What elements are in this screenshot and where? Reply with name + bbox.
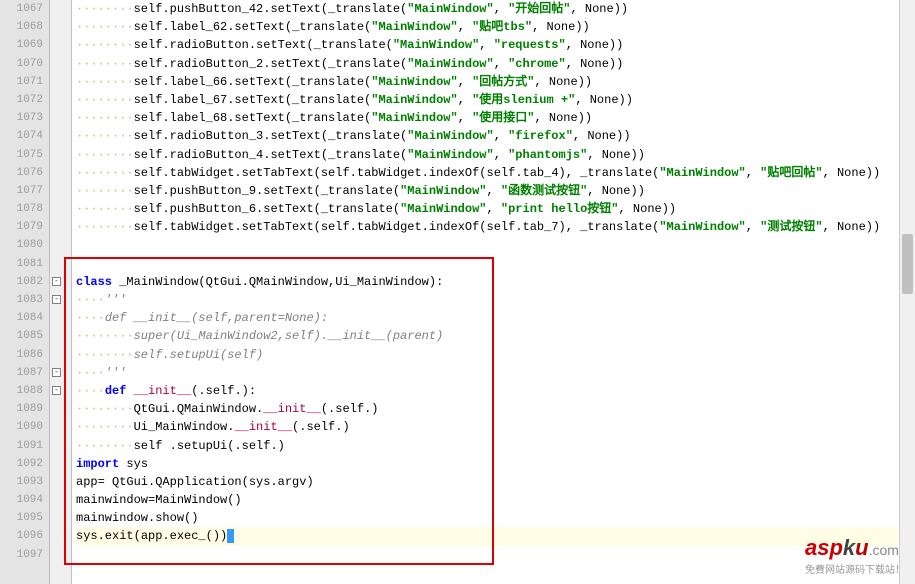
line-number: 1086 xyxy=(0,346,43,364)
line-number: 1094 xyxy=(0,491,43,509)
vertical-scrollbar[interactable] xyxy=(899,0,915,584)
line-number: 1071 xyxy=(0,73,43,91)
line-number: 1070 xyxy=(0,55,43,73)
code-area[interactable]: ········self.pushButton_42.setText(_tran… xyxy=(72,0,915,584)
line-number: 1073 xyxy=(0,109,43,127)
line-number: 1089 xyxy=(0,400,43,418)
fold-toggle-icon[interactable]: - xyxy=(52,368,61,377)
code-line[interactable]: ········self.setupUi(self) xyxy=(76,346,915,364)
line-number: 1087 xyxy=(0,364,43,382)
code-line[interactable]: ····''' xyxy=(76,291,915,309)
line-number: 1091 xyxy=(0,437,43,455)
line-number: 1076 xyxy=(0,164,43,182)
code-line[interactable]: ········self.tabWidget.setTabText(self.t… xyxy=(76,164,915,182)
code-line[interactable]: ········self.radioButton.setText(_transl… xyxy=(76,36,915,54)
fold-toggle-icon[interactable]: - xyxy=(52,295,61,304)
margin-column xyxy=(64,0,72,584)
code-line[interactable]: ········self.pushButton_6.setText(_trans… xyxy=(76,200,915,218)
code-line[interactable]: ········super(Ui_MainWindow2,self).__ini… xyxy=(76,327,915,345)
code-line[interactable]: ········self.pushButton_9.setText(_trans… xyxy=(76,182,915,200)
line-number: 1082 xyxy=(0,273,43,291)
fold-column[interactable]: - - - - xyxy=(50,0,64,584)
line-number: 1097 xyxy=(0,546,43,564)
line-number: 1079 xyxy=(0,218,43,236)
code-editor[interactable]: 1067106810691070107110721073107410751076… xyxy=(0,0,915,584)
line-number: 1081 xyxy=(0,255,43,273)
line-number: 1083 xyxy=(0,291,43,309)
fold-toggle-icon[interactable]: - xyxy=(52,386,61,395)
code-line[interactable]: ········self.label_68.setText(_translate… xyxy=(76,109,915,127)
code-line[interactable]: app= QtGui.QApplication(sys.argv) xyxy=(76,473,915,491)
code-line[interactable]: ········self.pushButton_42.setText(_tran… xyxy=(76,0,915,18)
code-line[interactable]: ········self.radioButton_2.setText(_tran… xyxy=(76,55,915,73)
line-number: 1096 xyxy=(0,527,43,545)
code-line[interactable]: ········self.label_62.setText(_translate… xyxy=(76,18,915,36)
line-number: 1088 xyxy=(0,382,43,400)
code-line[interactable]: mainwindow.show() xyxy=(76,509,915,527)
code-line[interactable]: ········self.radioButton_3.setText(_tran… xyxy=(76,127,915,145)
code-line[interactable]: ········self.label_66.setText(_translate… xyxy=(76,73,915,91)
line-number: 1095 xyxy=(0,509,43,527)
line-number: 1077 xyxy=(0,182,43,200)
line-number: 1080 xyxy=(0,236,43,254)
code-line[interactable] xyxy=(76,546,915,564)
line-number-gutter: 1067106810691070107110721073107410751076… xyxy=(0,0,50,584)
code-line[interactable]: ········self .setupUi(.self.) xyxy=(76,437,915,455)
line-number: 1069 xyxy=(0,36,43,54)
line-number: 1078 xyxy=(0,200,43,218)
code-line[interactable]: sys.exit(app.exec_()) xyxy=(76,527,915,545)
code-line[interactable]: ····def __init__(self,parent=None): xyxy=(76,309,915,327)
code-line[interactable]: ········self.label_67.setText(_translate… xyxy=(76,91,915,109)
code-line[interactable] xyxy=(76,236,915,254)
code-line[interactable]: ········QtGui.QMainWindow.__init__(.self… xyxy=(76,400,915,418)
code-line[interactable] xyxy=(76,255,915,273)
code-line[interactable]: ········self.tabWidget.setTabText(self.t… xyxy=(76,218,915,236)
line-number: 1067 xyxy=(0,0,43,18)
line-number: 1068 xyxy=(0,18,43,36)
code-line[interactable]: ········Ui_MainWindow.__init__(.self.) xyxy=(76,418,915,436)
line-number: 1072 xyxy=(0,91,43,109)
line-number: 1090 xyxy=(0,418,43,436)
line-number: 1085 xyxy=(0,327,43,345)
fold-toggle-icon[interactable]: - xyxy=(52,277,61,286)
scrollbar-thumb[interactable] xyxy=(902,234,913,294)
code-line[interactable]: class _MainWindow(QtGui.QMainWindow,Ui_M… xyxy=(76,273,915,291)
line-number: 1092 xyxy=(0,455,43,473)
line-number: 1075 xyxy=(0,146,43,164)
code-line[interactable]: import sys xyxy=(76,455,915,473)
line-number: 1074 xyxy=(0,127,43,145)
line-number: 1093 xyxy=(0,473,43,491)
code-line[interactable]: ····def __init__(.self.): xyxy=(76,382,915,400)
code-line[interactable]: mainwindow=MainWindow() xyxy=(76,491,915,509)
code-line[interactable]: ····''' xyxy=(76,364,915,382)
code-line[interactable]: ········self.radioButton_4.setText(_tran… xyxy=(76,146,915,164)
line-number: 1084 xyxy=(0,309,43,327)
